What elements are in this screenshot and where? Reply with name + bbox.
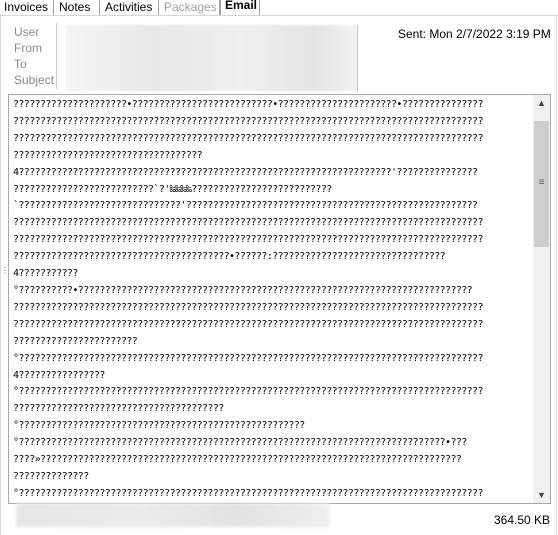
header-divider [357,25,358,91]
tab-activities[interactable]: Activities [101,0,159,15]
scroll-up-icon[interactable]: ▲ [533,95,550,111]
attachment-info-redacted [16,503,330,527]
scroll-down-icon[interactable]: ▼ [533,487,550,503]
body-line: ?????????????? [13,470,89,482]
sent-timestamp: Sent: Mon 2/7/2022 3:19 PM [398,27,551,41]
body-line: ????????????????????????????????????????… [13,115,483,127]
body-line: °???????????????????????????????????????… [13,437,467,449]
label-subject: Subject [14,73,55,87]
body-line: °???????????????????????????????????????… [13,420,305,432]
body-line: ????????????????????????????????????????… [13,234,483,246]
tab-notes[interactable]: Notes [55,0,100,15]
tab-packages[interactable]: Packages [160,0,220,15]
body-line: ????????????????????????????????????????… [13,318,483,330]
body-line: ????????????????????????????????????????… [13,301,483,313]
label-to: To [14,57,27,71]
body-line: 4???????????????? [13,369,105,381]
tab-strip: Invoices Notes Activities Packages Email [0,0,558,16]
body-line: °??????????•????????????????????????????… [13,284,473,296]
scroll-thumb[interactable]: ≡ [534,121,549,247]
body-line: °???????????????????????????????????????… [13,487,483,499]
email-body-text: ?????????????????????•??????????????????… [13,97,532,503]
email-header-values-redacted [66,25,358,91]
tab-email[interactable]: Email [220,0,260,16]
body-line: ??????????????????????????`?'‰‰‰‰???????… [13,183,332,195]
body-line: ????????????????????????????????????????… [13,132,483,144]
vertical-scrollbar[interactable]: ▲ ≡ ▼ [533,95,550,503]
body-line: ??????????????????????????????????????? [13,403,224,415]
body-line: ?????????????????????•??????????????????… [13,99,483,110]
label-user: User [14,25,40,39]
body-line: ????????????????????????????????????????… [13,251,446,263]
body-line: `??????????????????????????????'????????… [13,200,478,212]
body-line: °???????????????????????????????????????… [13,386,483,398]
body-line: ??????????????????????? [13,335,138,347]
email-header-labels: User From To Subject [8,23,57,89]
body-line: ????????????????????????????????????????… [13,217,483,229]
splitter-handle-icon[interactable]: ⋮ [1,267,9,275]
body-line: ??????????????????????????????????? [13,149,203,161]
body-line: 4??????????? [13,268,78,280]
grip-icon: ≡ [538,177,545,188]
body-line: ????»???????????????????????????????????… [13,454,462,466]
body-line: 4???????????????????????????????????????… [13,166,478,178]
email-size: 364.50 KB [494,513,551,527]
body-line: °???????????????????????????????????????… [13,352,483,364]
tab-invoices[interactable]: Invoices [0,0,54,15]
label-from: From [14,41,42,55]
email-body[interactable]: ?????????????????????•??????????????????… [8,94,551,504]
